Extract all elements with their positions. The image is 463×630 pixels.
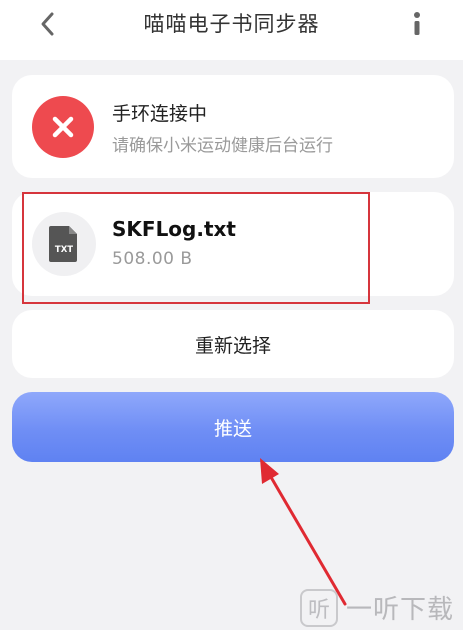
watermark-text: 一听下载 <box>346 595 455 625</box>
close-x-icon <box>32 96 94 158</box>
app-header: 喵喵电子书同步器 <box>0 0 463 60</box>
vertical-info-icon <box>414 12 420 35</box>
push-button[interactable]: 推送 <box>12 392 454 462</box>
chevron-left-icon <box>41 12 54 36</box>
connection-status-card: 手环连接中 请确保小米运动健康后台运行 <box>12 75 454 178</box>
more-button[interactable] <box>407 10 427 38</box>
selected-file-card[interactable]: TXT SKFLog.txt 508.00 B <box>12 192 454 296</box>
txt-file-icon: TXT <box>32 212 96 276</box>
back-button[interactable] <box>34 10 62 38</box>
status-subtitle: 请确保小米运动健康后台运行 <box>112 136 333 156</box>
page-title: 喵喵电子书同步器 <box>143 12 320 36</box>
reselect-button[interactable]: 重新选择 <box>12 310 454 378</box>
file-name: SKFLog.txt <box>112 217 236 241</box>
status-title: 手环连接中 <box>112 103 208 125</box>
watermark-logo-icon: 听 <box>300 588 338 627</box>
watermark: 听 一听下载 <box>300 585 463 630</box>
file-size: 508.00 B <box>112 249 193 269</box>
file-icon-label: TXT <box>55 245 73 255</box>
